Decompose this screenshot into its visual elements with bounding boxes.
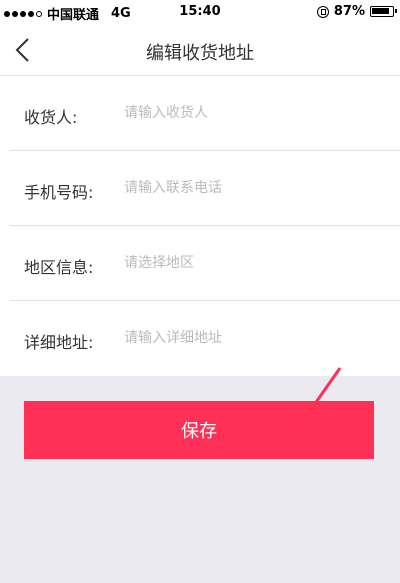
- address-input[interactable]: [124, 323, 384, 353]
- battery-icon: [370, 6, 397, 17]
- status-bar: 中国联通 4G 15:40 87%: [0, 0, 400, 24]
- phone-label: 手机号码:: [24, 183, 94, 202]
- phone-input[interactable]: [124, 173, 384, 203]
- form-row-region: 地区信息:: [10, 226, 400, 301]
- pointer-arrow-icon: [300, 367, 342, 424]
- region-label: 地区信息:: [24, 258, 94, 277]
- battery-percent: 87%: [333, 4, 365, 19]
- address-label: 详细地址:: [24, 333, 94, 352]
- status-right: 87%: [316, 4, 397, 19]
- region-select[interactable]: [124, 248, 384, 278]
- form-row-phone: 手机号码:: [10, 151, 400, 226]
- recipient-input[interactable]: [124, 98, 384, 128]
- navigation-bar: 编辑收货地址: [0, 24, 400, 76]
- page-title: 编辑收货地址: [146, 43, 254, 64]
- address-form: 收货人: 手机号码: 地区信息: 详细地址:: [0, 76, 400, 376]
- rotation-lock-icon: [316, 5, 329, 18]
- form-row-recipient: 收货人:: [10, 76, 400, 151]
- recipient-label: 收货人:: [24, 108, 78, 127]
